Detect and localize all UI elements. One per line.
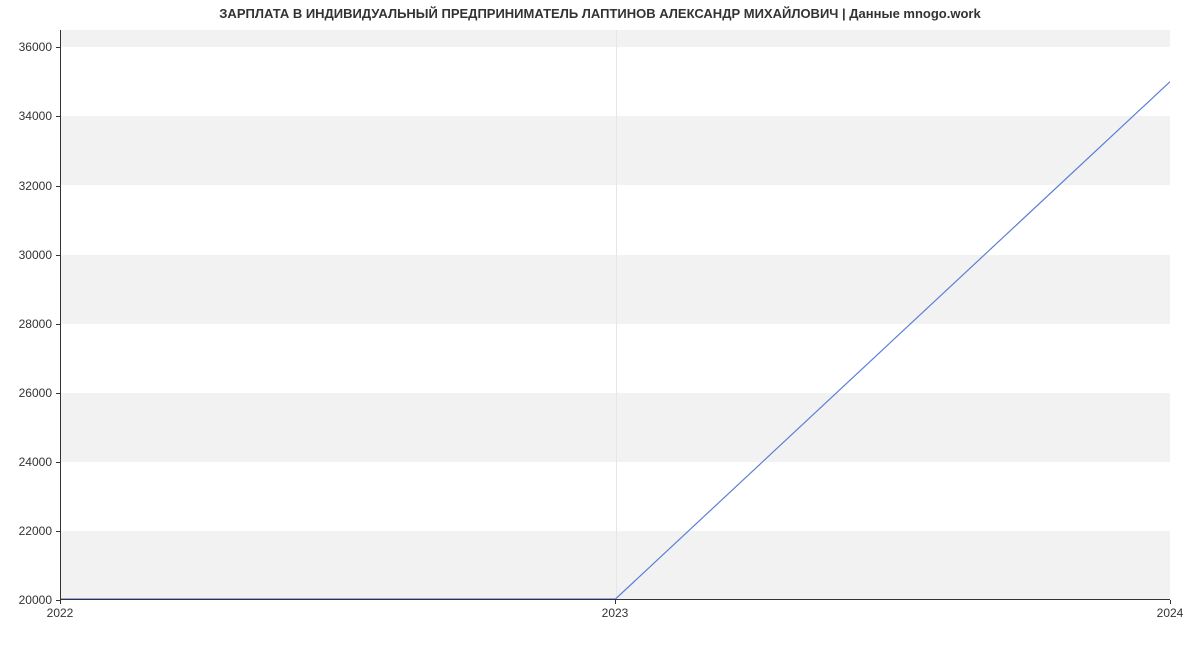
y-tick-label: 24000	[19, 455, 52, 469]
y-tick-label: 22000	[19, 524, 52, 538]
y-tick-label: 36000	[19, 40, 52, 54]
series-line	[61, 30, 1170, 599]
x-tick-label: 2024	[1157, 606, 1184, 620]
y-tick-label: 28000	[19, 317, 52, 331]
y-tick-label: 30000	[19, 248, 52, 262]
plot-area	[60, 30, 1170, 600]
y-tick-label: 34000	[19, 109, 52, 123]
y-tick-label: 20000	[19, 593, 52, 607]
x-tick-label: 2023	[602, 606, 629, 620]
chart-title: ЗАРПЛАТА В ИНДИВИДУАЛЬНЫЙ ПРЕДПРИНИМАТЕЛ…	[0, 6, 1200, 21]
x-tick-label: 2022	[47, 606, 74, 620]
y-tick-label: 26000	[19, 386, 52, 400]
y-tick-label: 32000	[19, 179, 52, 193]
